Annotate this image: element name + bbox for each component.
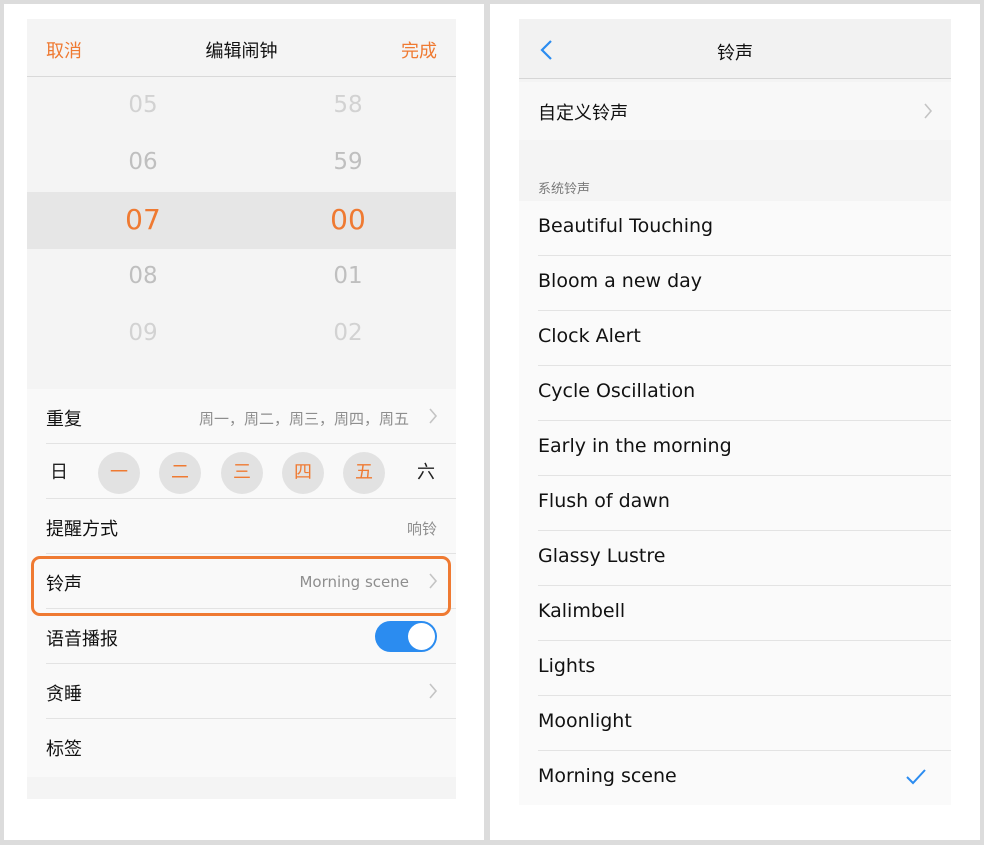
ringtone-name: Kalimbell: [538, 600, 626, 622]
ringtone-item[interactable]: Beautiful Touching: [519, 201, 951, 256]
hour-option[interactable]: 06: [83, 149, 203, 175]
page-title: 铃声: [717, 43, 753, 64]
right-screen-panel: 铃声 自定义铃声 系统铃声 Beautiful Touching Bloom a…: [490, 4, 980, 840]
system-ringtone-list: Beautiful Touching Bloom a new day Clock…: [519, 201, 951, 805]
custom-ringtone-row[interactable]: 自定义铃声: [519, 82, 951, 140]
ringtone-item[interactable]: Early in the morning: [519, 421, 951, 476]
hour-selected[interactable]: 07: [83, 203, 203, 236]
left-screen-panel: 取消 编辑闹钟 完成 05 06 07 08 09 58 59 00 01 02…: [4, 4, 484, 840]
ringtone-highlight-frame: [31, 556, 451, 616]
navigation-bar: 铃声: [519, 19, 951, 79]
minute-option[interactable]: 02: [288, 320, 408, 346]
ringtone-item[interactable]: Kalimbell: [519, 586, 951, 641]
minute-option[interactable]: 58: [288, 92, 408, 118]
page-title: 编辑闹钟: [205, 41, 278, 62]
checkmark-icon: [906, 769, 926, 785]
reminder-method-row[interactable]: 提醒方式 响铃: [27, 499, 456, 554]
ringtone-screen: 铃声 自定义铃声 系统铃声 Beautiful Touching Bloom a…: [519, 19, 951, 805]
reminder-method-value: 响铃: [406, 520, 437, 538]
day-monday[interactable]: 一: [98, 452, 140, 494]
edit-alarm-screen: 取消 编辑闹钟 完成 05 06 07 08 09 58 59 00 01 02…: [27, 19, 456, 799]
ringtone-item[interactable]: Flush of dawn: [519, 476, 951, 531]
ringtone-item[interactable]: Cycle Oscillation: [519, 366, 951, 421]
snooze-row[interactable]: 贪睡: [27, 664, 456, 719]
ringtone-item[interactable]: Clock Alert: [519, 311, 951, 366]
day-thursday[interactable]: 四: [282, 452, 324, 494]
custom-ringtone-label: 自定义铃声: [538, 103, 628, 124]
hour-option[interactable]: 05: [83, 92, 203, 118]
ringtone-name: Lights: [538, 655, 596, 677]
ringtone-item[interactable]: Bloom a new day: [519, 256, 951, 311]
navigation-bar: 取消 编辑闹钟 完成: [27, 19, 456, 77]
repeat-value: 周一，周二，周三，周四，周五: [198, 410, 409, 428]
tag-label: 标签: [46, 739, 82, 760]
day-saturday[interactable]: 六: [405, 452, 447, 494]
ringtone-name: Glassy Lustre: [538, 545, 666, 567]
ringtone-name: Beautiful Touching: [538, 215, 714, 237]
day-wednesday[interactable]: 三: [221, 452, 263, 494]
chevron-right-icon: [429, 408, 438, 424]
hour-option[interactable]: 08: [83, 263, 203, 289]
label-row[interactable]: 标签: [27, 719, 456, 774]
voice-broadcast-row: 语音播报: [27, 609, 456, 664]
snooze-label: 贪睡: [46, 684, 82, 705]
ringtone-name: Morning scene: [538, 765, 677, 787]
chevron-right-icon: [924, 103, 933, 119]
minute-selected[interactable]: 00: [288, 203, 408, 236]
ringtone-item[interactable]: Moonlight: [519, 696, 951, 751]
toggle-knob: [408, 623, 435, 650]
ringtone-name: Early in the morning: [538, 435, 732, 457]
ringtone-item[interactable]: Glassy Lustre: [519, 531, 951, 586]
chevron-right-icon: [429, 683, 438, 699]
weekday-selector: 日 一 二 三 四 五 六: [27, 444, 456, 499]
reminder-method-label: 提醒方式: [46, 519, 118, 540]
voice-broadcast-label: 语音播报: [46, 629, 118, 650]
ringtone-name: Flush of dawn: [538, 490, 670, 512]
hour-option[interactable]: 09: [83, 320, 203, 346]
done-button[interactable]: 完成: [401, 37, 437, 63]
ringtone-name: Bloom a new day: [538, 270, 703, 292]
day-friday[interactable]: 五: [343, 452, 385, 494]
ringtone-name: Clock Alert: [538, 325, 641, 347]
ringtone-name: Cycle Oscillation: [538, 380, 696, 402]
voice-broadcast-toggle[interactable]: [375, 621, 437, 652]
time-picker[interactable]: 05 06 07 08 09 58 59 00 01 02: [27, 77, 456, 389]
day-tuesday[interactable]: 二: [159, 452, 201, 494]
system-ringtones-section-title: 系统铃声: [538, 182, 591, 197]
minute-option[interactable]: 01: [288, 263, 408, 289]
repeat-row[interactable]: 重复 周一，周二，周三，周四，周五: [27, 389, 456, 444]
day-sunday[interactable]: 日: [38, 452, 80, 494]
minute-option[interactable]: 59: [288, 149, 408, 175]
repeat-label: 重复: [46, 409, 82, 430]
ringtone-item-selected[interactable]: Morning scene: [519, 751, 951, 805]
ringtone-name: Moonlight: [538, 710, 632, 732]
ringtone-item[interactable]: Lights: [519, 641, 951, 696]
